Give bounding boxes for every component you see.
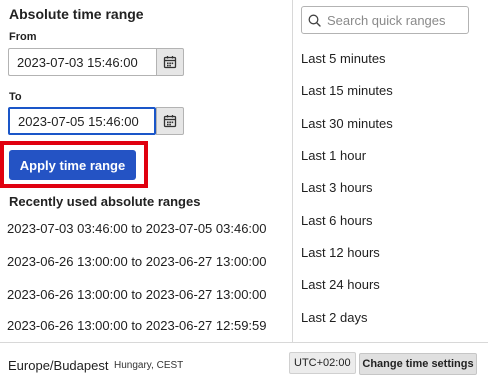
quick-ranges-search[interactable] <box>301 6 469 34</box>
apply-time-range-button[interactable]: Apply time range <box>9 150 136 180</box>
quick-range-item[interactable]: Last 3 hours <box>301 180 373 195</box>
quick-range-item[interactable]: Last 6 hours <box>301 213 373 228</box>
recent-range-item[interactable]: 2023-06-26 13:00:00 to 2023-06-27 13:00:… <box>7 287 267 302</box>
quick-range-item[interactable]: Last 30 minutes <box>301 116 393 131</box>
change-time-settings-button[interactable]: Change time settings <box>359 353 477 375</box>
quick-ranges-panel: Last 5 minutes Last 15 minutes Last 30 m… <box>292 0 488 342</box>
quick-range-item[interactable]: Last 1 hour <box>301 148 366 163</box>
quick-range-item[interactable]: Last 2 days <box>301 310 368 325</box>
quick-range-item[interactable]: Last 15 minutes <box>301 83 393 98</box>
calendar-icon <box>163 115 177 128</box>
from-calendar-button[interactable] <box>156 48 184 76</box>
quick-range-item[interactable]: Last 12 hours <box>301 245 380 260</box>
absolute-range-panel: Absolute time range From To <box>0 0 292 342</box>
to-label: To <box>9 91 22 103</box>
utc-offset-badge: UTC+02:00 <box>289 352 356 374</box>
recent-range-item[interactable]: 2023-06-26 13:00:00 to 2023-06-27 12:59:… <box>7 318 267 333</box>
recent-range-item[interactable]: 2023-07-03 03:46:00 to 2023-07-05 03:46:… <box>7 221 267 236</box>
from-label: From <box>9 31 37 43</box>
timezone-name: Europe/Budapest <box>8 358 109 373</box>
recent-range-item[interactable]: 2023-06-26 13:00:00 to 2023-06-27 13:00:… <box>7 254 267 269</box>
quick-range-item[interactable]: Last 5 minutes <box>301 51 386 66</box>
timezone-footer: Europe/Budapest Hungary, CEST UTC+02:00 … <box>0 342 488 386</box>
calendar-icon <box>163 56 177 69</box>
from-input[interactable] <box>8 48 156 76</box>
absolute-range-title: Absolute time range <box>9 6 144 22</box>
quick-range-item[interactable]: Last 24 hours <box>301 277 380 292</box>
from-field-group <box>8 48 184 76</box>
recent-ranges-title: Recently used absolute ranges <box>9 194 201 209</box>
quick-ranges-search-input[interactable] <box>327 12 467 28</box>
search-icon <box>308 14 321 27</box>
to-input[interactable] <box>8 107 156 135</box>
to-calendar-button[interactable] <box>156 107 184 135</box>
to-field-group <box>8 107 184 135</box>
timezone-description: Hungary, CEST <box>114 360 184 371</box>
